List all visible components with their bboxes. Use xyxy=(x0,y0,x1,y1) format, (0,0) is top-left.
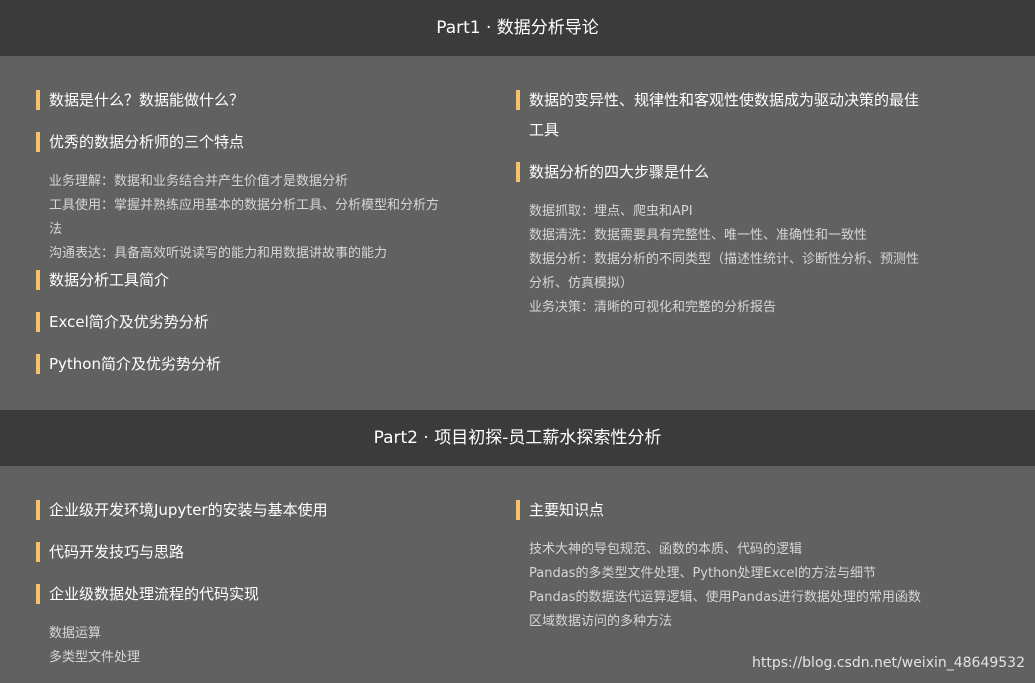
part1-right-heading-1: 数据的变异性、规律性和客观性使数据成为驱动决策的最佳 工具 xyxy=(516,85,956,145)
part1-left-heading-2: 优秀的数据分析师的三个特点 xyxy=(36,132,244,152)
part1-left-heading-3: 数据分析工具简介 xyxy=(36,270,169,290)
part1-left-heading-4: Excel简介及优劣势分析 xyxy=(36,312,209,332)
list-item: 法 xyxy=(49,222,63,237)
list-item: 沟通表达：具备高效听说读写的能力和用数据讲故事的能力 xyxy=(49,246,388,261)
part1-header: Part1 · 数据分析导论 xyxy=(0,0,1035,56)
list-item: 数据清洗：数据需要具有完整性、唯一性、准确性和一致性 xyxy=(529,228,868,243)
list-item: 区域数据访问的多种方法 xyxy=(529,614,673,629)
list-item: Pandas的数据迭代运算逻辑、使用Pandas进行数据处理的常用函数 xyxy=(529,590,921,605)
list-item: 技术大神的导包规范、函数的本质、代码的逻辑 xyxy=(529,542,803,557)
part2-right-subitems: 技术大神的导包规范、函数的本质、代码的逻辑 Pandas的多类型文件处理、Pyt… xyxy=(529,538,921,634)
list-item: 分析、仿真模拟） xyxy=(529,276,634,291)
heading-line: 数据的变异性、规律性和客观性使数据成为驱动决策的最佳 xyxy=(529,91,920,109)
list-item: 业务决策：清晰的可视化和完整的分析报告 xyxy=(529,300,777,315)
part2-title: Part2 · 项目初探-员工薪水探索性分析 xyxy=(373,428,662,448)
part1-panel: 数据是什么？数据能做什么？ 优秀的数据分析师的三个特点 业务理解：数据和业务结合… xyxy=(0,56,1035,410)
list-item: Pandas的多类型文件处理、Python处理Excel的方法与细节 xyxy=(529,566,876,581)
part1-title: Part1 · 数据分析导论 xyxy=(436,18,599,38)
list-item: 数据运算 xyxy=(49,626,102,641)
list-item: 业务理解：数据和业务结合并产生价值才是数据分析 xyxy=(49,174,349,189)
part1-right-subitems: 数据抓取：埋点、爬虫和API 数据清洗：数据需要具有完整性、唯一性、准确性和一致… xyxy=(529,200,919,320)
part2-right-heading-1: 主要知识点 xyxy=(516,500,604,520)
part1-left-subitems: 业务理解：数据和业务结合并产生价值才是数据分析 工具使用：掌握并熟练应用基本的数… xyxy=(49,170,439,266)
heading-line: 工具 xyxy=(529,121,560,139)
list-item: 数据分析：数据分析的不同类型（描述性统计、诊断性分析、预测性 xyxy=(529,252,920,267)
part1-right-heading-2: 数据分析的四大步骤是什么 xyxy=(516,162,709,182)
part2-left-heading-3: 企业级数据处理流程的代码实现 xyxy=(36,584,259,604)
list-item: 数据抓取：埋点、爬虫和API xyxy=(529,204,693,219)
part2-header: Part2 · 项目初探-员工薪水探索性分析 xyxy=(0,410,1035,466)
list-item: 多类型文件处理 xyxy=(49,650,141,665)
part1-left-heading-5: Python简介及优劣势分析 xyxy=(36,354,221,374)
part2-left-heading-2: 代码开发技巧与思路 xyxy=(36,542,184,562)
list-item: 工具使用：掌握并熟练应用基本的数据分析工具、分析模型和分析方 xyxy=(49,198,440,213)
part2-panel: 企业级开发环境Jupyter的安装与基本使用 代码开发技巧与思路 企业级数据处理… xyxy=(0,466,1035,683)
part2-left-heading-1: 企业级开发环境Jupyter的安装与基本使用 xyxy=(36,500,328,520)
part1-left-heading-1: 数据是什么？数据能做什么？ xyxy=(36,90,244,110)
part2-left-subitems: 数据运算 多类型文件处理 xyxy=(49,622,140,670)
watermark-url: https://blog.csdn.net/weixin_48649532 xyxy=(751,655,1025,671)
